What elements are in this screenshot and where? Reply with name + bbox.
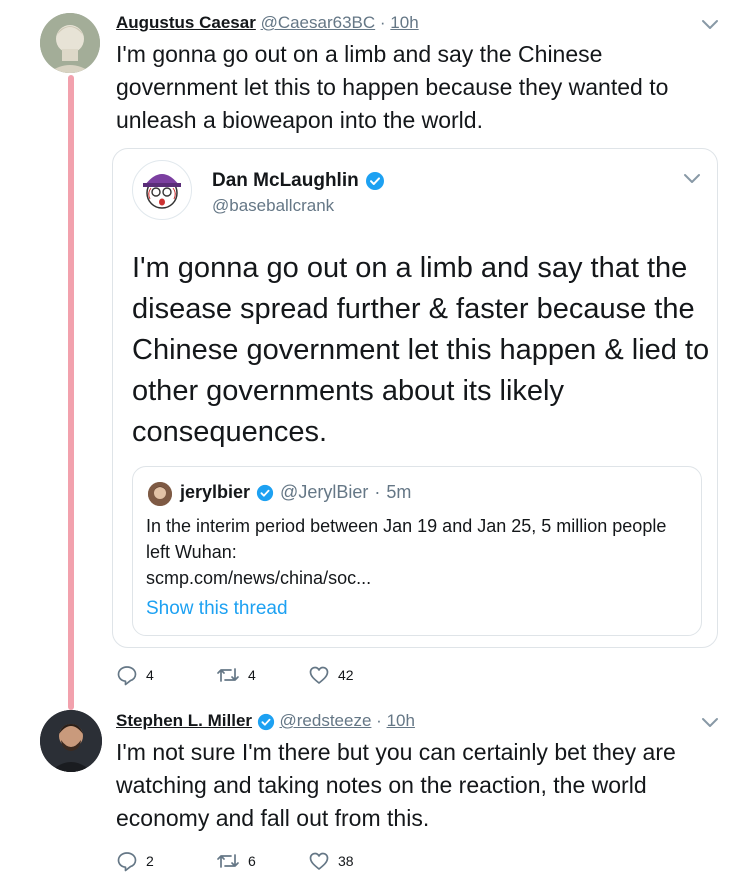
like-count: 38 xyxy=(338,853,354,869)
verified-badge-icon xyxy=(365,172,384,190)
reply-icon xyxy=(117,666,137,686)
reply-action[interactable]: 2 xyxy=(116,850,154,872)
separator: · xyxy=(376,711,382,730)
retweet-action[interactable]: 6 xyxy=(216,850,256,872)
like-count: 42 xyxy=(338,667,354,683)
like-action[interactable]: 42 xyxy=(308,664,354,686)
separator: · xyxy=(374,482,381,502)
avatar-jerylbier[interactable] xyxy=(148,482,172,506)
avatar-augustus-caesar[interactable] xyxy=(40,13,100,73)
inner-tweet-time: 5m xyxy=(386,482,412,502)
like-icon xyxy=(309,666,329,684)
tweet-header: Stephen L. Miller @redsteeze · 10h xyxy=(116,710,415,732)
verified-badge-icon xyxy=(257,713,274,730)
avatar-stephen-miller[interactable] xyxy=(40,710,102,772)
retweet-icon xyxy=(217,668,239,682)
tweet-time[interactable]: 10h xyxy=(390,13,418,32)
like-action[interactable]: 38 xyxy=(308,850,354,872)
reply-action[interactable]: 4 xyxy=(116,664,154,686)
author-handle[interactable]: @redsteeze xyxy=(280,711,372,730)
quoted-author-row: Dan McLaughlin xyxy=(212,170,385,192)
author-name[interactable]: Stephen L. Miller xyxy=(116,711,252,730)
inner-quote-header: jerylbier @JerylBier · 5m xyxy=(180,482,411,503)
chevron-down-icon[interactable] xyxy=(700,712,720,732)
separator: · xyxy=(379,13,386,32)
tweet-header: Augustus Caesar @Caesar63BC · 10h xyxy=(116,12,419,34)
verified-badge-icon xyxy=(256,484,274,501)
reply-icon xyxy=(117,852,137,872)
inner-tweet-text: In the interim period between Jan 19 and… xyxy=(146,516,667,562)
quoted-author-handle[interactable]: @baseballcrank xyxy=(212,196,334,216)
inner-tweet-link[interactable]: scmp.com/news/china/soc... xyxy=(146,565,686,591)
inner-author-name[interactable]: jerylbier xyxy=(180,482,250,503)
tweet-text: I'm not sure I'm there but you can certa… xyxy=(116,739,676,831)
avatar-dan-mclaughlin[interactable] xyxy=(132,160,192,220)
inner-author-handle[interactable]: @JerylBier xyxy=(280,482,368,503)
retweet-count: 4 xyxy=(248,667,256,683)
retweet-action[interactable]: 4 xyxy=(216,664,256,686)
chevron-down-icon[interactable] xyxy=(682,168,702,188)
reply-count: 4 xyxy=(146,667,154,683)
retweet-count: 6 xyxy=(248,853,256,869)
quoted-tweet-text: I'm gonna go out on a limb and say that … xyxy=(132,252,710,448)
author-name[interactable]: Augustus Caesar xyxy=(116,13,256,32)
retweet-icon xyxy=(217,854,239,868)
author-handle[interactable]: @Caesar63BC xyxy=(261,13,376,32)
thread-connector-line xyxy=(68,75,74,710)
show-thread-link[interactable]: Show this thread xyxy=(146,598,288,620)
like-icon xyxy=(309,852,329,870)
tweet-text: I'm gonna go out on a limb and say the C… xyxy=(116,41,669,133)
inner-tweet-text-block: In the interim period between Jan 19 and… xyxy=(146,513,686,591)
quoted-author-name[interactable]: Dan McLaughlin xyxy=(212,170,359,192)
chevron-down-icon[interactable] xyxy=(700,14,720,34)
reply-count: 2 xyxy=(146,853,154,869)
tweet-time[interactable]: 10h xyxy=(387,711,415,730)
